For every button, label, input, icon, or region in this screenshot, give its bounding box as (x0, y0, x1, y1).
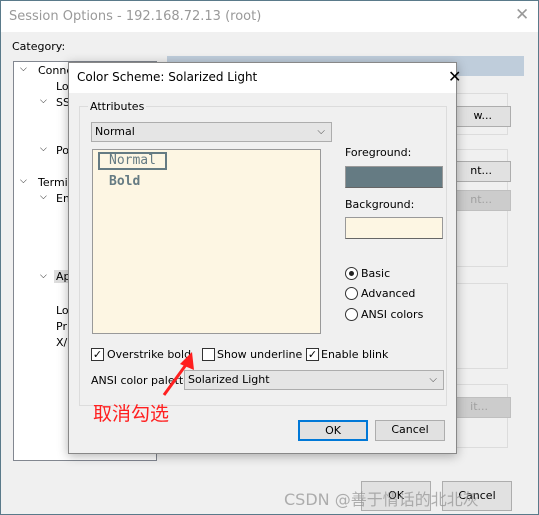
chevron-down-icon: ⌵ (317, 126, 325, 137)
chevron-down-icon[interactable]: ⌵ (40, 144, 47, 154)
preview-normal[interactable]: Normal (98, 152, 167, 170)
watermark: CSDN @善于情话的北北灰 (284, 490, 479, 509)
radio-ansi-colors[interactable] (345, 308, 358, 321)
window-titlebar: Session Options - 192.168.72.13 (root) ✕ (1, 1, 538, 32)
close-icon[interactable]: ✕ (515, 5, 529, 25)
chevron-down-icon[interactable]: ⌵ (20, 64, 27, 74)
dialog-title: Color Scheme: Solarized Light (77, 70, 258, 84)
radio-label: Basic (361, 267, 391, 280)
preview-bold[interactable]: Bold (109, 174, 140, 189)
chevron-down-icon[interactable]: ⌵ (20, 176, 27, 186)
close-icon[interactable]: ✕ (448, 67, 461, 86)
tree-item[interactable]: Lo (56, 304, 69, 317)
tree-item[interactable]: Termi (38, 176, 68, 189)
dialog-cancel-button[interactable]: Cancel (375, 420, 445, 441)
tree-item[interactable]: X/ (56, 336, 67, 349)
tree-item[interactable]: Lo (56, 80, 69, 93)
chevron-down-icon[interactable]: ⌵ (40, 96, 47, 106)
checkbox-label: Enable blink (321, 348, 389, 361)
radio-advanced[interactable] (345, 287, 358, 300)
dialog-titlebar: Color Scheme: Solarized Light ✕ (69, 63, 461, 93)
background-color-swatch[interactable] (345, 217, 443, 239)
background-label: Background: (345, 198, 415, 211)
radio-basic[interactable] (345, 267, 358, 280)
radio-label: Advanced (361, 287, 416, 300)
radio-label: ANSI colors (361, 308, 424, 321)
chevron-down-icon: ⌵ (429, 374, 437, 385)
preview-area[interactable]: Normal Bold (92, 149, 321, 334)
checkbox-label: Show underline (217, 348, 303, 361)
enable-blink-checkbox[interactable]: ✓ (306, 348, 319, 361)
foreground-label: Foreground: (345, 146, 412, 159)
color-scheme-dialog: Color Scheme: Solarized Light ✕ Attribut… (68, 62, 461, 454)
annotation-text: 取消勾选 (93, 403, 170, 425)
attributes-label: Attributes (88, 100, 147, 113)
attribute-select-value: Normal (95, 125, 135, 138)
foreground-color-swatch[interactable] (345, 166, 443, 188)
window-title: Session Options - 192.168.72.13 (root) (9, 9, 262, 24)
palette-select[interactable]: Solarized Light ⌵ (184, 370, 444, 390)
dialog-ok-button[interactable]: OK (298, 420, 368, 441)
chevron-down-icon[interactable]: ⌵ (40, 271, 47, 281)
overstrike-bold-checkbox[interactable]: ✓ (91, 348, 104, 361)
chevron-down-icon[interactable]: ⌵ (40, 192, 47, 202)
attribute-select[interactable]: Normal ⌵ (91, 122, 332, 142)
category-label: Category: (12, 40, 66, 53)
